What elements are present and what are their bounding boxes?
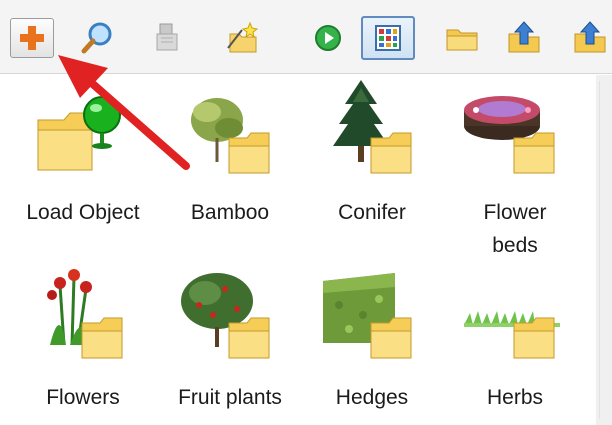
catalog-item-label: Conifer <box>338 201 406 224</box>
load-object-icon <box>37 96 121 171</box>
catalog-item-conifer[interactable]: Conifer <box>297 80 447 260</box>
folder-icon <box>446 29 478 51</box>
flower-beds-thumbnail <box>464 96 555 174</box>
fruit-plants-thumbnail <box>181 273 270 359</box>
catalog-item-herbs[interactable]: Herbs <box>440 265 590 425</box>
catalog-item-label: Herbs <box>486 386 544 409</box>
folder-up-icon <box>508 21 540 53</box>
catalog-item-hedges[interactable]: Hedges <box>297 265 447 425</box>
catalog-item-label: Load Object <box>26 201 140 224</box>
grid-view-button[interactable] <box>361 16 415 60</box>
add-object-button[interactable] <box>10 18 54 58</box>
hedges-thumbnail <box>323 273 412 359</box>
new-folder-wand-icon <box>227 21 259 53</box>
catalog-item-label: Fruit plants <box>178 386 282 409</box>
herbs-thumbnail <box>464 311 560 359</box>
catalog-grid: Load Object Bamboo Conifer Flower beds F… <box>0 75 596 425</box>
catalog-item-fruit-plants[interactable]: Fruit plants <box>155 265 305 425</box>
play-button[interactable] <box>306 16 350 60</box>
play-icon <box>315 25 341 51</box>
catalog-item-flowers[interactable]: Flowers <box>8 265 158 425</box>
search-button[interactable] <box>76 16 120 60</box>
vertical-scrollbar[interactable] <box>596 75 612 425</box>
folder-up-button-2[interactable] <box>568 16 612 60</box>
catalog-item-label: Flower beds <box>483 201 547 257</box>
catalog-item-flower-beds[interactable]: Flower beds <box>440 80 590 260</box>
open-folder-button[interactable] <box>440 16 484 60</box>
folder-up-icon <box>574 21 606 53</box>
bamboo-thumbnail <box>191 98 270 174</box>
folder-up-button[interactable] <box>502 16 546 60</box>
stack-icon <box>156 23 178 51</box>
flowers-thumbnail <box>47 269 123 359</box>
plus-icon <box>20 26 44 50</box>
scrollbar-track[interactable] <box>599 81 609 419</box>
toolbar <box>0 0 612 74</box>
grid-view-icon <box>375 25 401 51</box>
conifer-thumbnail <box>333 80 412 174</box>
new-folder-button[interactable] <box>220 16 264 60</box>
catalog-item-label: Bamboo <box>190 201 270 224</box>
stack-button[interactable] <box>146 16 190 60</box>
magnifier-icon <box>81 22 112 54</box>
catalog-item-label: Hedges <box>335 386 409 409</box>
catalog-item-load-object[interactable]: Load Object <box>8 80 158 260</box>
catalog-item-label: Flowers <box>46 386 120 409</box>
catalog-item-bamboo[interactable]: Bamboo <box>155 80 305 260</box>
